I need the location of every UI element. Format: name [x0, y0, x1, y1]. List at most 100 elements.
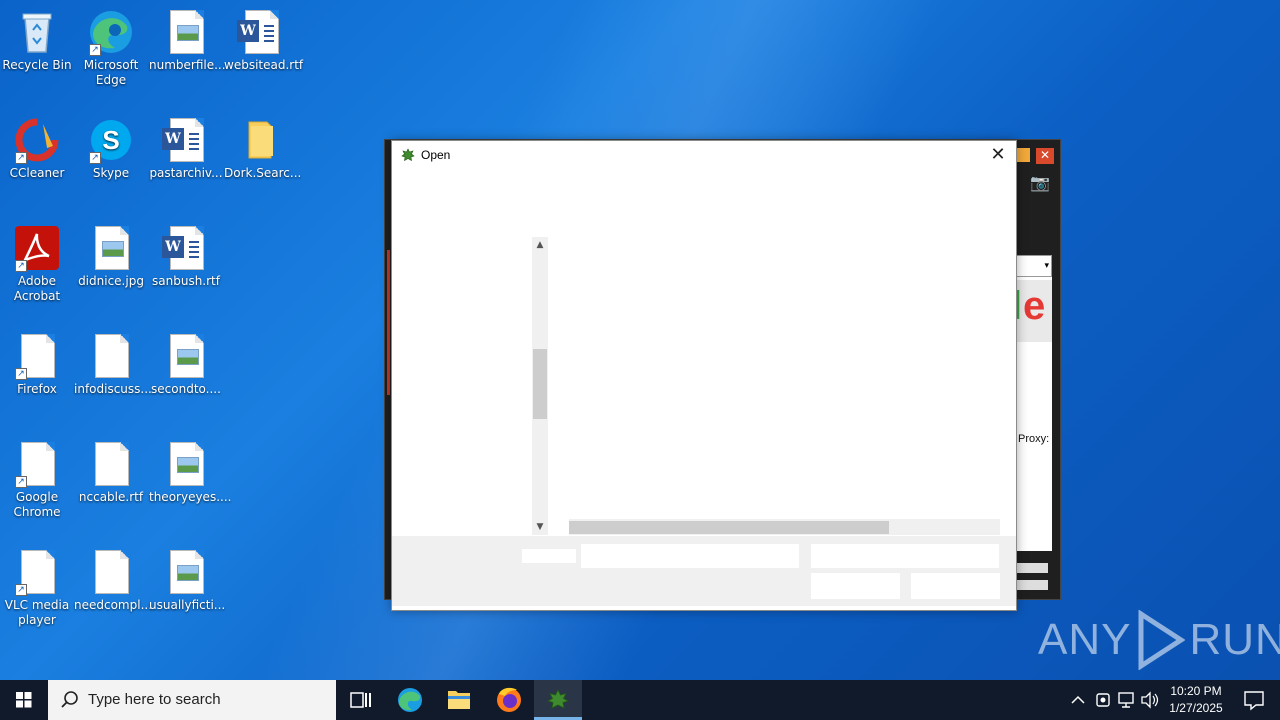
google-logo-fragment: le	[1015, 280, 1052, 342]
dialog-titlebar[interactable]: Open ✕	[392, 141, 1016, 171]
desktop-icon-label: Recycle Bin	[2, 58, 72, 72]
image-file-icon	[87, 224, 135, 272]
taskbar-active-app[interactable]	[534, 680, 582, 720]
recycle-bin-icon	[13, 8, 61, 56]
svg-text:S: S	[102, 125, 119, 155]
desktop-icon-label: Dork.Searc...	[224, 166, 302, 180]
word-doc-icon: W	[162, 116, 210, 164]
taskbar: Type here to search 10:20 PM 1/27/2025	[0, 680, 1280, 720]
folder-tree-scrollbar[interactable]: ▲ ▼	[532, 237, 548, 535]
desktop-icon-nccable-rtf[interactable]: nccable.rtf	[74, 440, 148, 505]
desktop-icon-google-chrome[interactable]: ↗ Google Chrome	[0, 440, 74, 520]
desktop-icon-label: Microsoft Edge	[83, 58, 139, 87]
minimize-button[interactable]	[1016, 148, 1030, 162]
network-icon	[1118, 692, 1134, 708]
desktop-icon-infodiscuss[interactable]: infodiscuss...	[74, 332, 152, 397]
chevron-up-icon	[1071, 695, 1085, 704]
desktop-icon-didnice-jpg[interactable]: didnice.jpg	[74, 224, 148, 289]
camera-icon[interactable]: 📷	[1030, 173, 1050, 192]
desktop-icon-dork-search[interactable]: Dork.Searc...	[224, 116, 302, 181]
image-file-icon	[162, 8, 210, 56]
volume-button[interactable]	[1139, 680, 1161, 720]
file-name-input[interactable]	[581, 544, 799, 568]
dialog-bottom-panel	[392, 536, 1016, 606]
action-center-button[interactable]	[1234, 680, 1274, 720]
tray-app-icon[interactable]	[1092, 680, 1114, 720]
desktop-icon-usuallyficti[interactable]: usuallyficti...	[149, 548, 226, 613]
task-view-icon	[350, 692, 371, 708]
watermark-right: RUN	[1189, 615, 1280, 664]
skype-icon: S ↗	[87, 116, 135, 164]
desktop-icon-vlc[interactable]: ↗ VLC media player	[0, 548, 74, 628]
close-button[interactable]: ✕	[1036, 148, 1054, 164]
file-type-select[interactable]	[811, 544, 999, 568]
background-app-accent	[387, 250, 390, 395]
scroll-thumb[interactable]	[569, 521, 889, 534]
background-app-field[interactable]	[1015, 563, 1048, 573]
background-app-dropdown[interactable]: ▾	[1015, 255, 1052, 277]
desktop-icon-adobe-acrobat[interactable]: ↗ Adobe Acrobat	[0, 224, 74, 304]
search-icon	[61, 691, 78, 708]
desktop-icon-label: usuallyficti...	[149, 598, 226, 612]
desktop-icon-firefox[interactable]: ↗ Firefox	[0, 332, 74, 397]
desktop-icon-label: infodiscuss...	[74, 382, 152, 396]
edge-icon: ↗	[87, 8, 135, 56]
folder-icon	[237, 116, 285, 164]
desktop-icon-theoryeyes[interactable]: theoryeyes....	[149, 440, 231, 505]
search-placeholder: Type here to search	[88, 691, 221, 708]
dialog-title: Open	[421, 148, 451, 162]
desktop-icon-microsoft-edge[interactable]: ↗ Microsoft Edge	[74, 8, 148, 88]
desktop-icon-recycle-bin[interactable]: Recycle Bin	[0, 8, 74, 73]
acrobat-icon: ↗	[13, 224, 61, 272]
taskbar-clock[interactable]: 10:20 PM 1/27/2025	[1160, 683, 1232, 717]
taskbar-search-box[interactable]: Type here to search	[48, 680, 336, 720]
taskbar-file-explorer[interactable]	[435, 680, 483, 720]
network-button[interactable]	[1115, 680, 1139, 720]
windows-logo-icon	[16, 692, 32, 708]
folder-icon	[448, 691, 470, 709]
desktop-icon-label: sanbush.rtf	[152, 274, 220, 288]
desktop-icon-websitead-rtf[interactable]: W websitead.rtf	[224, 8, 304, 73]
tray-device-icon	[1096, 693, 1110, 707]
scroll-thumb[interactable]	[533, 349, 547, 419]
blank-file-icon	[87, 548, 135, 596]
word-doc-icon: W	[237, 8, 285, 56]
desktop-icon-ccleaner[interactable]: ↗ CCleaner	[0, 116, 74, 181]
open-dialog: Open ✕ ▲ ▼	[391, 140, 1017, 611]
desktop-icon-label: websitead.rtf	[224, 58, 304, 72]
app-bug-icon	[401, 148, 415, 162]
cancel-button[interactable]	[911, 573, 1000, 599]
scroll-down-arrow-icon[interactable]: ▼	[532, 519, 548, 535]
background-app-field[interactable]	[1015, 580, 1048, 590]
task-view-button[interactable]	[336, 680, 384, 720]
desktop-icon-needcompl[interactable]: needcompl...	[74, 548, 152, 613]
start-button[interactable]	[0, 680, 48, 720]
taskbar-edge[interactable]	[386, 680, 434, 720]
proxy-label: Proxy:	[1018, 433, 1050, 445]
desktop-icon-sanbush-rtf[interactable]: W sanbush.rtf	[149, 224, 223, 289]
desktop-icon-label: numberfile...	[149, 58, 226, 72]
taskbar-firefox[interactable]	[485, 680, 533, 720]
anyrun-watermark: ANY RUN	[1038, 610, 1280, 670]
desktop-icon-numberfile[interactable]: numberfile...	[149, 8, 226, 73]
blank-file-icon	[87, 332, 135, 380]
image-file-icon	[162, 332, 210, 380]
desktop-icon-skype[interactable]: S ↗ Skype	[74, 116, 148, 181]
close-icon[interactable]: ✕	[988, 144, 1008, 166]
file-list-horizontal-scrollbar[interactable]	[569, 519, 1000, 535]
desktop-icon-secondto[interactable]: secondto....	[149, 332, 223, 397]
desktop-icon-label: VLC media player	[4, 598, 70, 627]
file-name-label	[522, 549, 576, 563]
desktop-icon-label: Firefox	[17, 382, 57, 396]
open-button[interactable]	[811, 573, 900, 599]
firefox-icon	[497, 687, 521, 712]
desktop-icon-pastarchiv[interactable]: W pastarchiv...	[149, 116, 223, 181]
show-hidden-icons-button[interactable]	[1066, 680, 1090, 720]
desktop-icon-label: Google Chrome	[13, 490, 61, 519]
scroll-up-arrow-icon[interactable]: ▲	[532, 237, 548, 253]
desktop-icon-label: pastarchiv...	[149, 166, 223, 180]
blank-file-icon: ↗	[13, 440, 61, 488]
desktop-icon-label: didnice.jpg	[78, 274, 144, 288]
word-doc-icon: W	[162, 224, 210, 272]
notification-icon	[1244, 691, 1264, 711]
